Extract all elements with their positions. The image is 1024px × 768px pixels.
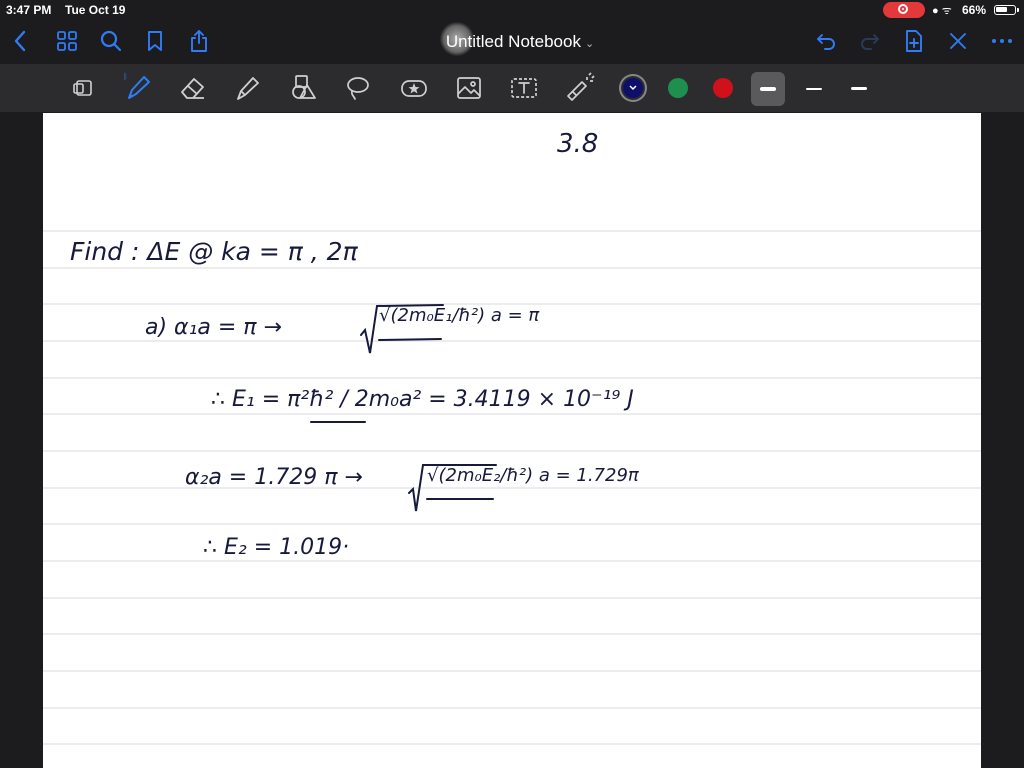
sticker-icon[interactable] xyxy=(398,72,430,104)
sqrt-expression-1: √(2m₀E₁/ħ²) a = π xyxy=(379,305,540,326)
status-date: Tue Oct 19 xyxy=(65,3,126,17)
add-page-icon[interactable] xyxy=(901,28,927,54)
part-a-line: a) α₁a = π → xyxy=(145,315,282,340)
status-time: 3:47 PM xyxy=(6,3,52,17)
shapes-icon[interactable] xyxy=(288,72,320,104)
battery-percent: 66% xyxy=(962,3,987,17)
screen-recording-indicator[interactable] xyxy=(883,2,925,18)
highlighter-icon[interactable] xyxy=(232,72,264,104)
image-icon[interactable] xyxy=(453,72,485,104)
grid-icon[interactable] xyxy=(54,28,80,54)
drawing-toolbar: ᛒ xyxy=(0,64,1024,112)
ruled-lines xyxy=(43,230,981,745)
stroke-width-thin[interactable] xyxy=(797,72,831,106)
color-swatch-navy[interactable] xyxy=(623,78,643,98)
bookmark-icon[interactable] xyxy=(142,28,168,54)
back-icon[interactable] xyxy=(8,28,34,54)
alpha2-line: α₂a = 1.729 π → xyxy=(185,465,363,490)
pen-icon[interactable]: ᛒ xyxy=(122,72,154,104)
search-icon[interactable] xyxy=(98,28,124,54)
svg-text:ᛒ: ᛒ xyxy=(123,72,128,81)
undo-icon[interactable] xyxy=(813,28,839,54)
e1-result-line: ∴ E₁ = π²ħ² / 2m₀a² = 3.4119 × 10⁻¹⁹ J xyxy=(211,387,634,412)
laser-pointer-icon[interactable] xyxy=(563,72,595,104)
battery-icon xyxy=(994,5,1019,15)
lasso-select-icon[interactable] xyxy=(68,72,100,104)
wifi-icon: ● ᯤ xyxy=(932,5,952,17)
eraser-icon[interactable] xyxy=(177,72,209,104)
close-icon[interactable] xyxy=(945,28,971,54)
more-icon[interactable] xyxy=(989,28,1015,54)
stroke-width-thick[interactable] xyxy=(751,72,785,106)
problem-number: 3.8 xyxy=(557,129,599,159)
text-icon[interactable] xyxy=(508,72,540,104)
sqrt-expression-2: √(2m₀E₂/ħ²) a = 1.729π xyxy=(427,465,639,486)
find-line: Find : ΔE @ ka = π , 2π xyxy=(70,237,358,266)
notebook-title-text: Untitled Notebook xyxy=(445,32,581,51)
e2-result-line: ∴ E₂ = 1.019· xyxy=(203,535,350,560)
record-icon xyxy=(898,4,908,14)
navigation-bar: Untitled Notebook ⌄ xyxy=(0,20,1024,64)
status-bar: 3:47 PM Tue Oct 19 ● ᯤ 66% xyxy=(0,0,1024,20)
share-icon[interactable] xyxy=(186,28,212,54)
chevron-down-icon: ⌄ xyxy=(584,38,595,50)
notebook-title[interactable]: Untitled Notebook ⌄ xyxy=(430,27,610,57)
color-swatch-red[interactable] xyxy=(713,78,733,98)
stroke-width-medium[interactable] xyxy=(842,72,876,106)
notebook-page[interactable]: 3.8 Find : ΔE @ ka = π , 2π a) α₁a = π →… xyxy=(43,113,981,768)
redo-icon[interactable] xyxy=(857,28,883,54)
color-swatch-green[interactable] xyxy=(668,78,688,98)
lasso-icon[interactable] xyxy=(342,72,374,104)
